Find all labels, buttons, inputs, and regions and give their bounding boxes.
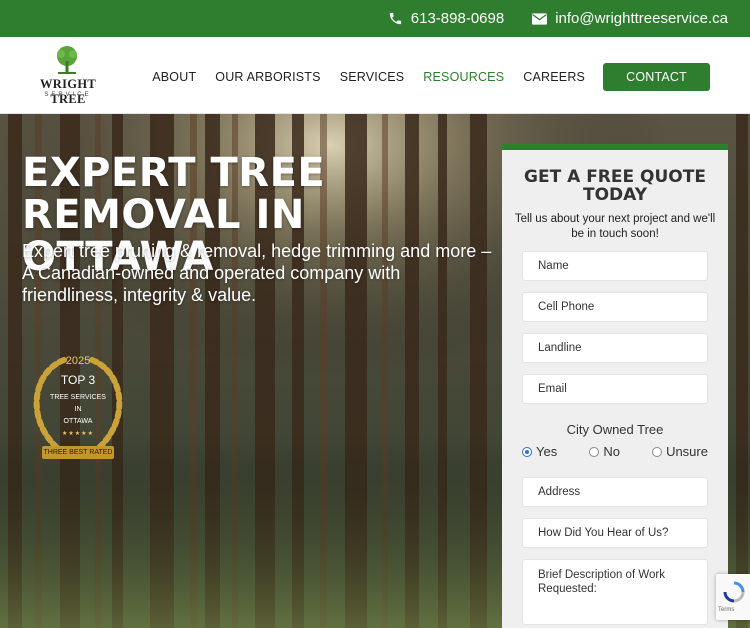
radio-yes-button[interactable] xyxy=(522,446,532,457)
nav-careers[interactable]: CAREERS xyxy=(523,70,585,84)
radio-unsure[interactable]: Unsure xyxy=(652,444,708,459)
email-address: info@wrighttreeservice.ca xyxy=(555,10,728,27)
nav-our-arborists[interactable]: OUR ARBORISTS xyxy=(215,70,320,84)
logo-subtitle: SERVICE xyxy=(44,92,92,98)
recaptcha-terms-link[interactable]: Terms xyxy=(718,607,734,613)
hero-subheading: Expert tree pruning & removal, hedge tri… xyxy=(22,241,492,305)
work-description-textarea[interactable]: Brief Description of Work Requested: xyxy=(522,559,708,625)
radio-yes[interactable]: Yes xyxy=(522,444,557,459)
radio-no[interactable]: No xyxy=(589,444,620,459)
quote-form-description: Tell us about your next project and we'l… xyxy=(514,213,716,240)
radio-unsure-label: Unsure xyxy=(666,444,708,459)
recaptcha-widget[interactable]: Terms xyxy=(716,574,750,620)
badge-line-2: IN xyxy=(74,406,82,413)
nav-about[interactable]: ABOUT xyxy=(152,70,196,84)
how-did-you-hear-field[interactable]: How Did You Hear of Us? xyxy=(522,518,708,548)
nav-resources[interactable]: RESOURCES xyxy=(423,70,504,84)
landline-field[interactable]: Landline xyxy=(522,333,708,363)
envelope-icon xyxy=(532,12,548,25)
nav-services[interactable]: SERVICES xyxy=(340,70,405,84)
top-contact-bar: 613-898-0698 info@wrighttreeservice.ca xyxy=(0,0,750,37)
quote-form: GET A FREE QUOTE TODAY Tell us about you… xyxy=(502,144,728,628)
badge-line-1: TREE SERVICES xyxy=(50,394,106,401)
address-field[interactable]: Address xyxy=(522,477,708,507)
email-field[interactable]: Email xyxy=(522,374,708,404)
badge-line-3: OTTAWA xyxy=(63,418,93,425)
radio-no-button[interactable] xyxy=(589,446,600,457)
quote-form-title: GET A FREE QUOTE TODAY xyxy=(524,167,706,205)
main-nav: ABOUT OUR ARBORISTS SERVICES RESOURCES C… xyxy=(133,63,710,91)
phone-link[interactable]: 613-898-0698 xyxy=(388,10,504,27)
city-owned-tree-label: City Owned Tree xyxy=(566,422,664,437)
badge-rank: TOP 3 xyxy=(60,373,96,387)
phone-icon xyxy=(389,12,401,25)
city-owned-tree-radio-group: Yes No Unsure xyxy=(522,444,708,459)
phone-number: 613-898-0698 xyxy=(410,10,505,27)
tree-logo-icon xyxy=(57,46,77,74)
name-field[interactable]: Name xyxy=(522,251,708,281)
email-link[interactable]: info@wrighttreeservice.ca xyxy=(532,10,728,27)
radio-no-label: No xyxy=(603,444,620,459)
radio-yes-label: Yes xyxy=(536,444,558,459)
radio-unsure-button[interactable] xyxy=(652,446,663,457)
contact-button[interactable]: CONTACT xyxy=(603,63,710,91)
three-best-rated-badge[interactable]: 2025 TOP 3 TREE SERVICES IN OTTAWA ★★★★★… xyxy=(22,352,134,467)
site-header: WRIGHT TREE SERVICE ABOUT OUR ARBORISTS … xyxy=(0,37,750,114)
badge-ribbon: THREE BEST RATED xyxy=(42,446,114,459)
badge-stars: ★★★★★ xyxy=(62,431,94,437)
recaptcha-icon xyxy=(723,581,745,603)
badge-year: 2025 xyxy=(65,355,91,367)
site-logo[interactable]: WRIGHT TREE SERVICE xyxy=(22,45,114,106)
cell-phone-field[interactable]: Cell Phone xyxy=(522,292,708,322)
